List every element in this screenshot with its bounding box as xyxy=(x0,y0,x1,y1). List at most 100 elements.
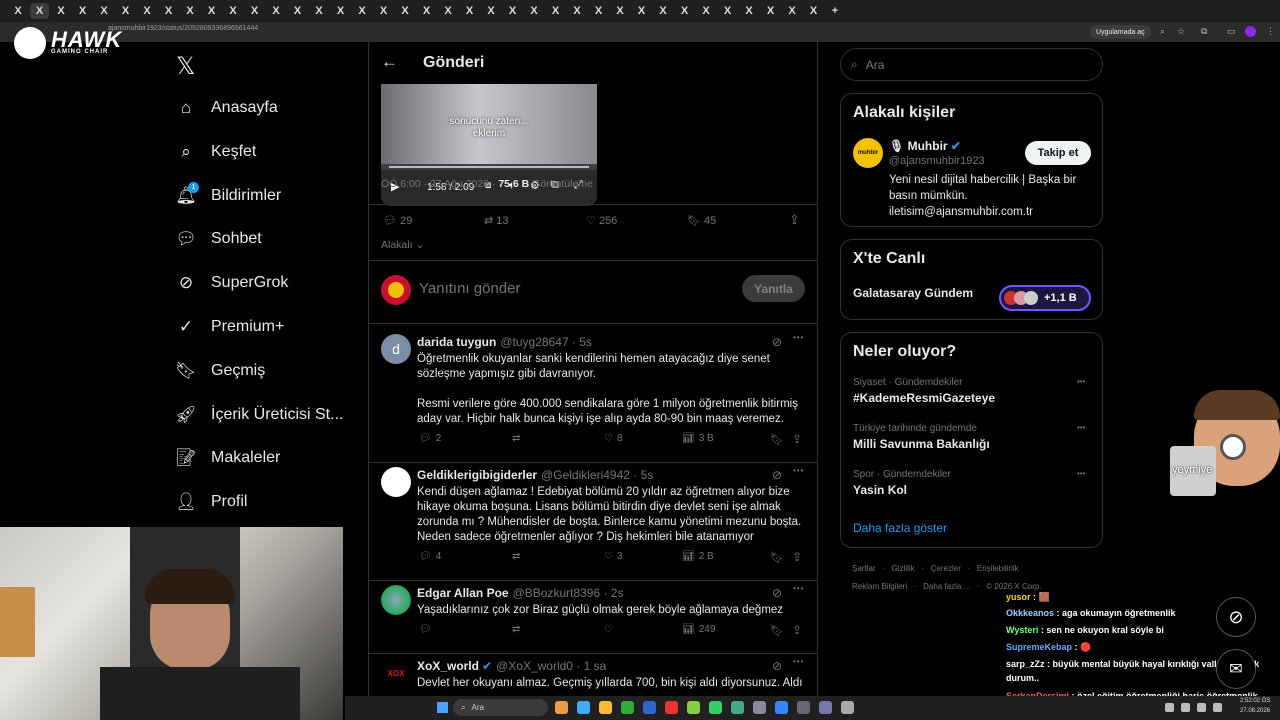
repost-action[interactable]: ⇄ 13 xyxy=(484,214,509,227)
grok-icon[interactable]: ⊘ xyxy=(772,468,782,482)
reply-action[interactable]: 💬︎ 2 xyxy=(419,433,441,444)
browser-tab[interactable]: X xyxy=(654,3,673,19)
repost-action[interactable]: ⇄ xyxy=(512,433,524,444)
taskbar-app-icon[interactable] xyxy=(775,701,788,714)
browser-tab[interactable]: X xyxy=(331,3,350,19)
avatar[interactable]: XOX xyxy=(381,658,411,688)
volume-icon[interactable] xyxy=(1181,703,1190,712)
browser-tab[interactable]: X xyxy=(202,3,221,19)
browser-tab[interactable]: X xyxy=(30,3,49,19)
nav-item-chat[interactable]: 💬︎ Sohbet xyxy=(175,229,262,249)
star-icon[interactable]: ☆ xyxy=(1177,26,1185,37)
browser-tab[interactable]: X xyxy=(740,3,759,19)
own-avatar[interactable] xyxy=(381,275,411,305)
reply-author[interactable]: Edgar Allan Poe xyxy=(417,586,509,600)
browser-tab[interactable]: X xyxy=(224,3,243,19)
avatar[interactable] xyxy=(381,467,411,497)
heart-action[interactable]: ♡ 8 xyxy=(604,433,623,444)
footer-links[interactable]: Şartlar · Gizlilik · Çerezler · Erişileb… xyxy=(852,564,1019,573)
menu-icon[interactable]: ⋮ xyxy=(1266,26,1275,37)
taskbar-app-icon[interactable] xyxy=(687,701,700,714)
share-icon[interactable]: ⇪ xyxy=(792,432,802,446)
nav-item-search[interactable]: ⌕ Keşfet xyxy=(176,142,256,162)
reply-item[interactable]: Edgar Allan Poe @BBozkurt8396 · 2s ⊘ ••• Yaş… xyxy=(369,581,817,654)
browser-tab[interactable]: X xyxy=(783,3,802,19)
reply-author[interactable]: darida tuygun xyxy=(417,335,496,349)
nav-item-home[interactable]: ⌂ Anasayfa xyxy=(176,98,278,118)
browser-tab[interactable]: X xyxy=(95,3,114,19)
nav-item-bookmark[interactable]: 🔖︎ Geçmiş xyxy=(175,361,265,381)
reply-handle[interactable]: @BBozkurt8396 · 2s xyxy=(513,586,624,600)
bookmark-icon[interactable]: 🔖︎ xyxy=(770,624,784,637)
tray-icon[interactable] xyxy=(1213,703,1222,712)
avatar[interactable]: muhbir xyxy=(853,138,883,168)
browser-tab[interactable]: X xyxy=(525,3,544,19)
taskbar-app-icon[interactable] xyxy=(731,701,744,714)
repost-action[interactable]: ⇄ xyxy=(512,624,524,635)
trend-item[interactable]: Spor · Gündemdekiler Yasin Kol ••• xyxy=(853,469,1093,497)
start-icon[interactable] xyxy=(437,702,448,713)
browser-tab[interactable]: X xyxy=(417,3,436,19)
extensions-icon[interactable]: ⧉ xyxy=(1201,26,1207,37)
reply-author[interactable]: XoX_world xyxy=(417,659,479,673)
browser-tab[interactable]: X xyxy=(73,3,92,19)
browser-tab[interactable]: X xyxy=(632,3,651,19)
taskbar-app-icon[interactable] xyxy=(555,701,568,714)
share-icon[interactable]: ⇪ xyxy=(789,212,800,228)
browser-tab[interactable]: X xyxy=(374,3,393,19)
bookmark-icon[interactable]: 🔖︎ xyxy=(770,433,784,446)
browser-tab[interactable]: X xyxy=(181,3,200,19)
like-action[interactable]: ♡ 256 xyxy=(586,214,617,227)
more-icon[interactable]: ••• xyxy=(1077,469,1085,478)
profile-avatar[interactable] xyxy=(1245,26,1256,37)
reply-action[interactable]: 💬︎ 4 xyxy=(419,551,441,562)
browser-tab[interactable]: X xyxy=(310,3,329,19)
more-icon[interactable]: ••• xyxy=(1077,377,1085,386)
taskbar-app-icon[interactable] xyxy=(797,701,810,714)
taskbar-app-icon[interactable] xyxy=(665,701,678,714)
browser-tab[interactable]: X xyxy=(9,3,28,19)
reply-handle[interactable]: @XoX_world0 · 1 sa xyxy=(496,659,606,673)
new-tab-button[interactable]: + xyxy=(826,3,845,19)
browser-tab[interactable]: X xyxy=(288,3,307,19)
grok-icon[interactable]: ⊘ xyxy=(772,659,782,673)
browser-tab[interactable]: X xyxy=(116,3,135,19)
reply-action[interactable]: 💬︎ 29 xyxy=(383,214,412,227)
more-icon[interactable]: ••• xyxy=(793,333,804,342)
reply-button[interactable]: Yanıtla xyxy=(742,275,805,302)
browser-tab[interactable]: X xyxy=(718,3,737,19)
browser-tab[interactable]: X xyxy=(804,3,823,19)
heart-action[interactable]: ♡ xyxy=(604,624,617,635)
browser-tab[interactable]: X xyxy=(267,3,286,19)
trend-item[interactable]: Türkiye tarihinde gündemde Milli Savunma … xyxy=(853,423,1093,451)
video-progress-bar[interactable] xyxy=(389,166,589,168)
nav-item-rocket[interactable]: 🚀︎ İçerik Üreticisi St... xyxy=(175,405,343,425)
nav-item-person[interactable]: 👤︎ Profil xyxy=(175,492,247,512)
browser-tab[interactable]: X xyxy=(761,3,780,19)
bookmark-action[interactable]: 🔖︎ 45 xyxy=(687,214,716,227)
open-in-app-chip[interactable]: Uygulamada aç xyxy=(1090,25,1151,39)
nav-item-grok[interactable]: ⊘ SuperGrok xyxy=(176,273,289,293)
browser-tab[interactable]: X xyxy=(439,3,458,19)
taskbar-app-icon[interactable] xyxy=(599,701,612,714)
reply-item[interactable]: Geldiklerigibigiderler @Geldikleri4942 · … xyxy=(369,463,817,581)
wifi-icon[interactable] xyxy=(1165,703,1174,712)
browser-tab[interactable]: X xyxy=(460,3,479,19)
trend-item[interactable]: Siyaset · Gündemdekiler #KademeResmiGazet… xyxy=(853,377,1093,405)
taskbar-app-icon[interactable] xyxy=(819,701,832,714)
more-icon[interactable]: ••• xyxy=(793,466,804,475)
share-icon[interactable]: ⇪ xyxy=(792,550,802,564)
views-action[interactable]: 📊︎ 3 B xyxy=(682,433,714,444)
back-arrow-icon[interactable]: ← xyxy=(381,52,398,72)
more-icon[interactable]: ••• xyxy=(793,584,804,593)
sort-dropdown[interactable]: Alakalı ⌄ xyxy=(381,239,424,251)
browser-tab[interactable]: X xyxy=(138,3,157,19)
reply-handle[interactable]: @tuyg28647 · 5s xyxy=(500,335,592,349)
share-icon[interactable]: ⇪ xyxy=(792,623,802,637)
views-action[interactable]: 📊︎ 2 B xyxy=(682,551,714,562)
reply-handle[interactable]: @Geldikleri4942 · 5s xyxy=(541,468,653,482)
grok-icon[interactable]: ⊘ xyxy=(772,586,782,600)
taskbar-search[interactable]: ⌕ Ara xyxy=(453,699,548,716)
taskbar-app-icon[interactable] xyxy=(621,701,634,714)
avatar[interactable] xyxy=(381,585,411,615)
